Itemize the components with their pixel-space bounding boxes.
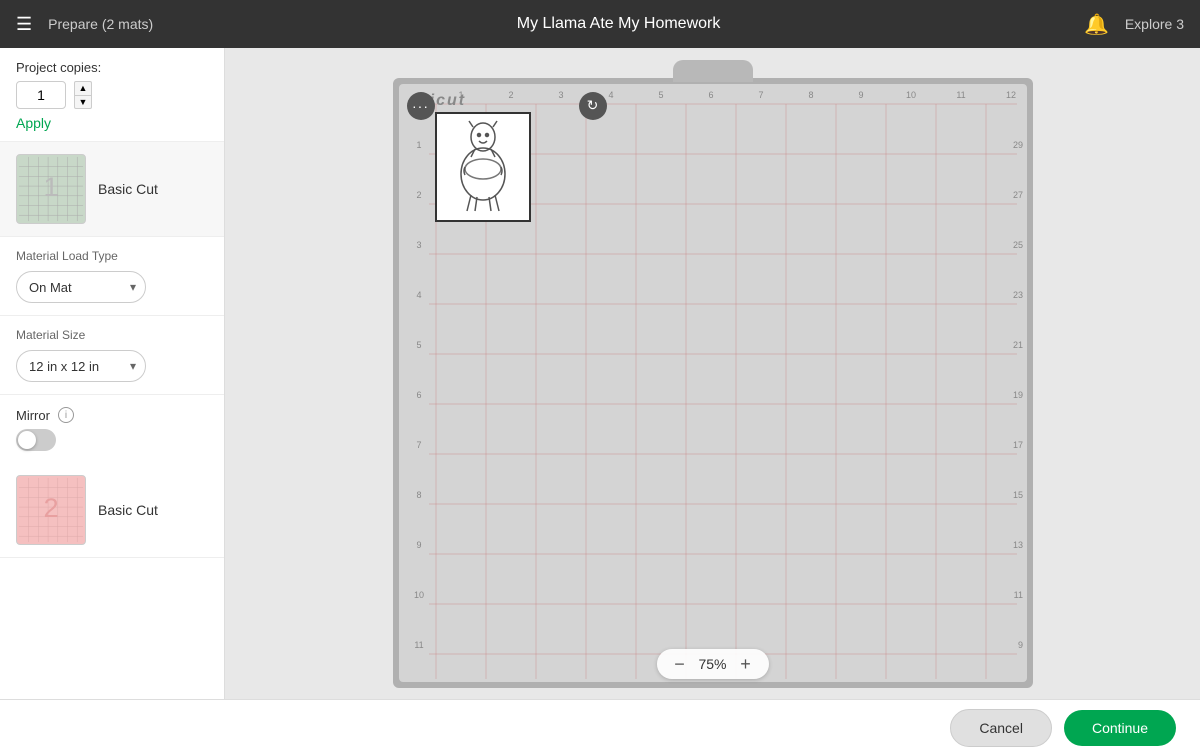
mirror-section: Mirror i <box>0 395 224 463</box>
header-right: 🔔 Explore 3 <box>1084 12 1184 37</box>
cancel-button[interactable]: Cancel <box>950 709 1052 747</box>
material-size-wrapper: 12 in x 12 in 12 in x 24 in 24 in x 12 i… <box>16 350 146 382</box>
hamburger-menu-icon[interactable]: ☰ <box>16 14 32 35</box>
svg-text:12: 12 <box>1005 90 1015 100</box>
mat-thumbnail-1: 1 <box>16 154 86 224</box>
mat-outer: cricut 1 2 3 4 5 6 7 8 9 10 11 <box>393 60 1033 688</box>
mat-card-1[interactable]: 1 Basic Cut <box>0 142 224 237</box>
mat-inner: cricut 1 2 3 4 5 6 7 8 9 10 11 <box>399 84 1027 682</box>
project-copies-label: Project copies: <box>16 60 208 75</box>
prepare-title: Prepare (2 mats) <box>48 16 153 32</box>
svg-text:4: 4 <box>416 290 421 300</box>
mirror-row: Mirror i <box>16 407 208 423</box>
copies-down-button[interactable]: ▼ <box>74 95 92 109</box>
svg-text:2: 2 <box>43 492 58 523</box>
material-load-type-select[interactable]: On Mat Roll Manual <box>16 271 146 303</box>
copies-spinner: ▲ ▼ <box>74 81 92 109</box>
svg-text:1: 1 <box>43 171 58 202</box>
material-size-section: Material Size 12 in x 12 in 12 in x 24 i… <box>0 316 224 395</box>
llama-illustration <box>443 119 523 215</box>
footer: Cancel Continue <box>0 699 1200 755</box>
copies-control: ▲ ▼ <box>16 81 208 109</box>
mat-body: cricut 1 2 3 4 5 6 7 8 9 10 11 <box>393 78 1033 688</box>
material-size-select[interactable]: 12 in x 12 in 12 in x 24 in 24 in x 12 i… <box>16 350 146 382</box>
material-load-type-wrapper: On Mat Roll Manual ▾ <box>16 271 146 303</box>
svg-text:19: 19 <box>1012 390 1022 400</box>
mat-grid-icon-1: 1 <box>17 154 85 224</box>
svg-text:15: 15 <box>1012 490 1022 500</box>
svg-text:27: 27 <box>1012 190 1022 200</box>
svg-text:11: 11 <box>414 640 423 650</box>
zoom-label: 75% <box>698 656 726 672</box>
bell-icon[interactable]: 🔔 <box>1084 12 1109 37</box>
svg-text:21: 21 <box>1012 340 1022 350</box>
svg-text:11: 11 <box>1013 590 1022 600</box>
llama-design-box <box>435 112 531 222</box>
svg-text:3: 3 <box>558 90 563 100</box>
mat-thumbnail-2: 2 <box>16 475 86 545</box>
apply-button[interactable]: Apply <box>16 115 51 131</box>
machine-label: Explore 3 <box>1125 16 1184 32</box>
svg-text:25: 25 <box>1012 240 1022 250</box>
svg-text:4: 4 <box>608 90 613 100</box>
svg-text:17: 17 <box>1012 440 1022 450</box>
material-size-label: Material Size <box>16 328 208 342</box>
mat-options-button[interactable]: ··· <box>407 92 435 120</box>
continue-button[interactable]: Continue <box>1064 710 1176 746</box>
project-title: My Llama Ate My Homework <box>153 15 1084 33</box>
svg-text:9: 9 <box>858 90 863 100</box>
mat-2-label: Basic Cut <box>98 502 158 518</box>
mirror-label: Mirror <box>16 408 50 423</box>
zoom-controls: − 75% + <box>656 649 768 679</box>
svg-text:8: 8 <box>416 490 421 500</box>
material-load-type-label: Material Load Type <box>16 249 208 263</box>
header: ☰ Prepare (2 mats) My Llama Ate My Homew… <box>0 0 1200 48</box>
mat-handle <box>673 60 753 82</box>
svg-text:10: 10 <box>413 590 423 600</box>
svg-text:8: 8 <box>808 90 813 100</box>
svg-text:2: 2 <box>508 90 513 100</box>
mat-1-label: Basic Cut <box>98 181 158 197</box>
svg-text:6: 6 <box>416 390 421 400</box>
zoom-out-button[interactable]: − <box>668 653 690 675</box>
svg-text:9: 9 <box>1017 640 1022 650</box>
svg-text:5: 5 <box>416 340 421 350</box>
svg-text:7: 7 <box>758 90 763 100</box>
main-layout: Project copies: ▲ ▼ Apply <box>0 48 1200 699</box>
svg-text:5: 5 <box>658 90 663 100</box>
canvas-area: cricut 1 2 3 4 5 6 7 8 9 10 11 <box>225 48 1200 699</box>
svg-text:3: 3 <box>416 240 421 250</box>
mat-card-2[interactable]: 2 Basic Cut <box>0 463 224 558</box>
svg-text:2: 2 <box>416 190 421 200</box>
zoom-in-button[interactable]: + <box>735 653 757 675</box>
mirror-info-icon[interactable]: i <box>58 407 74 423</box>
svg-text:1: 1 <box>416 140 421 150</box>
svg-text:11: 11 <box>956 90 965 100</box>
svg-text:7: 7 <box>416 440 421 450</box>
svg-text:6: 6 <box>708 90 713 100</box>
svg-text:10: 10 <box>905 90 915 100</box>
mirror-toggle[interactable] <box>16 429 56 451</box>
dots-icon: ··· <box>412 98 429 114</box>
mat-grid-icon-2: 2 <box>17 475 85 545</box>
svg-text:29: 29 <box>1012 140 1022 150</box>
mirror-toggle-knob <box>18 431 36 449</box>
svg-text:13: 13 <box>1012 540 1022 550</box>
copies-input[interactable] <box>16 81 66 109</box>
refresh-icon: ↻ <box>587 97 599 114</box>
svg-text:9: 9 <box>416 540 421 550</box>
svg-text:23: 23 <box>1012 290 1022 300</box>
sidebar: Project copies: ▲ ▼ Apply <box>0 48 225 699</box>
refresh-button[interactable]: ↻ <box>579 92 607 120</box>
material-load-type-section: Material Load Type On Mat Roll Manual ▾ <box>0 237 224 316</box>
project-copies-section: Project copies: ▲ ▼ Apply <box>0 48 224 142</box>
copies-up-button[interactable]: ▲ <box>74 81 92 95</box>
